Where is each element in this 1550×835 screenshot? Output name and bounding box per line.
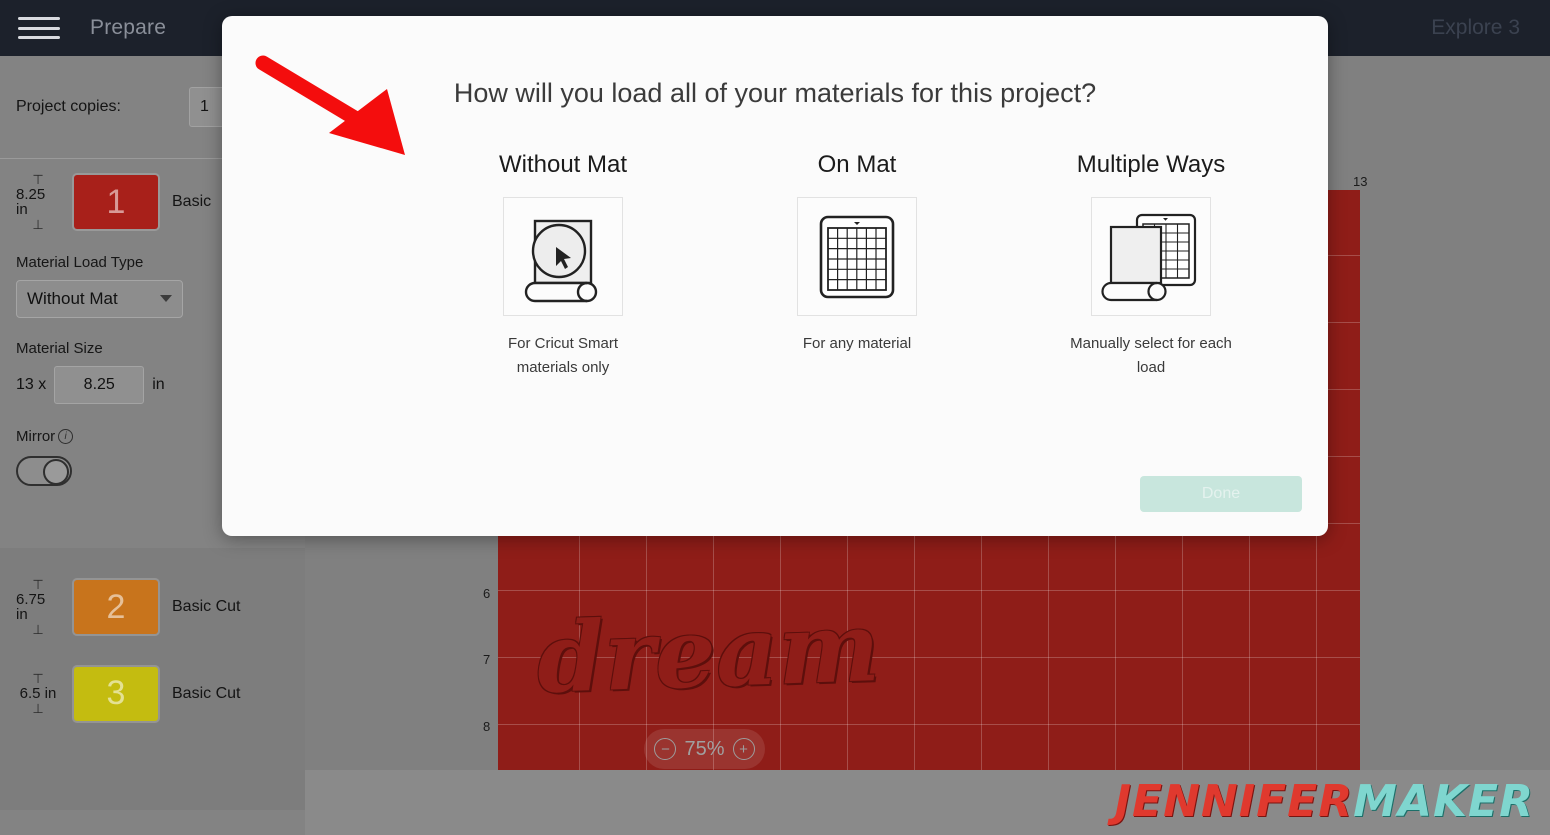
gauge-bottom-cap: ⊥ — [32, 217, 44, 233]
design-text[interactable]: dream — [535, 590, 881, 715]
material-height-gauge: ⊤ 8.25 in ⊥ — [16, 173, 60, 232]
material-width-value: 13 x — [16, 375, 47, 393]
gauge-bottom-cap: ⊥ — [32, 700, 44, 716]
cutting-mat-icon — [819, 215, 895, 298]
zoom-in-icon[interactable]: + — [732, 738, 755, 760]
material-size-unit: in — [152, 375, 165, 393]
gauge-top-cap: ⊤ — [32, 172, 44, 187]
app-root: Prepare Explore 3 Project copies: ⊤ 8.25… — [0, 0, 1550, 835]
material-height-value: 6.75 in — [16, 590, 46, 624]
zoom-level-value: 75% — [684, 737, 725, 760]
gauge-top-cap: ⊤ — [32, 577, 44, 592]
ruler-label-side: 6 — [483, 586, 491, 601]
hamburger-line — [18, 17, 60, 20]
rolled-material-icon — [524, 219, 598, 302]
mat-thumbnail[interactable]: 3 — [74, 666, 158, 721]
material-height-gauge: ⊤ 6.75 in ⊥ — [16, 578, 60, 637]
modal-title: How will you load all of your materials … — [453, 78, 1097, 108]
hamburger-line — [18, 26, 60, 30]
material-and-mat-icon — [1101, 213, 1197, 301]
project-copies-label: Project copies: — [16, 98, 121, 115]
mat-cut-label: Basic Cut — [172, 598, 241, 616]
done-button[interactable]: Done — [1140, 476, 1302, 512]
mat-number: 2 — [106, 587, 126, 626]
zoom-out-icon[interactable]: − — [654, 738, 677, 760]
mat-list: ⊤ 6.75 in ⊥ 2 Basic Cut ⊤ 6.5 in ⊥ 3 Bas… — [0, 548, 305, 810]
material-load-type-select[interactable]: Without Mat — [16, 279, 183, 318]
mirror-label: Mirror — [16, 427, 56, 445]
option-caption: Manually select for each load — [1070, 335, 1232, 376]
material-height-value: 8.25 in — [16, 185, 46, 219]
option-multiple-ways[interactable]: Multiple Ways Manually select for each l… — [1004, 151, 1298, 380]
material-height-value: 6.5 in — [19, 684, 57, 702]
ruler-label-side: 8 — [483, 719, 491, 734]
option-title: Without Mat — [498, 151, 628, 178]
list-item[interactable]: ⊤ 6.5 in ⊥ 3 Basic Cut — [0, 637, 305, 721]
option-tile[interactable] — [503, 197, 623, 316]
mat-cut-label: Basic Cut — [172, 684, 241, 702]
mat-thumbnail[interactable]: 2 — [74, 580, 158, 635]
option-caption: For Cricut Smart materials only — [507, 335, 618, 376]
load-options-row: Without Mat For Cricut Smart materials o… — [222, 151, 1328, 380]
option-without-mat[interactable]: Without Mat For Cricut Smart materials o… — [416, 151, 710, 380]
material-height-gauge: ⊤ 6.5 in ⊥ — [16, 672, 60, 715]
option-tile[interactable] — [1091, 197, 1211, 316]
option-tile[interactable] — [797, 197, 917, 316]
watermark-part-two: MAKER — [1353, 776, 1534, 827]
watermark-part-one: JENNIFER — [1114, 776, 1354, 827]
material-load-type-value: Without Mat — [27, 288, 118, 308]
hamburger-line — [18, 36, 60, 39]
machine-selector[interactable]: Explore 3 — [1431, 16, 1520, 40]
mat-cut-label: Basic — [172, 193, 212, 211]
ruler-label-top: 13 — [1353, 174, 1368, 189]
zoom-control: − 75% + — [644, 729, 765, 769]
mat-number: 3 — [106, 674, 126, 713]
watermark: JENNIFERMAKER — [1115, 776, 1534, 827]
gauge-bottom-cap: ⊥ — [32, 622, 44, 638]
mirror-toggle[interactable] — [16, 455, 72, 486]
gauge-top-cap: ⊤ — [32, 671, 44, 687]
load-materials-modal: How will you load all of your materials … — [222, 16, 1328, 536]
option-on-mat[interactable]: On Mat For any material — [710, 151, 1004, 380]
material-height-input[interactable] — [54, 365, 145, 404]
info-icon[interactable]: i — [58, 428, 74, 444]
mat-thumbnail[interactable]: 1 — [74, 175, 158, 230]
ruler-label-side: 7 — [483, 652, 491, 667]
option-title: Multiple Ways — [1076, 151, 1226, 178]
page-title: Prepare — [90, 16, 167, 39]
mat-number: 1 — [106, 182, 126, 221]
mirror-toggle-knob — [43, 458, 69, 485]
option-caption: For any material — [802, 335, 912, 352]
list-item[interactable]: ⊤ 6.75 in ⊥ 2 Basic Cut — [0, 548, 305, 637]
option-title: On Mat — [817, 151, 897, 178]
chevron-down-icon — [160, 295, 172, 303]
hamburger-menu-icon[interactable] — [18, 14, 60, 42]
